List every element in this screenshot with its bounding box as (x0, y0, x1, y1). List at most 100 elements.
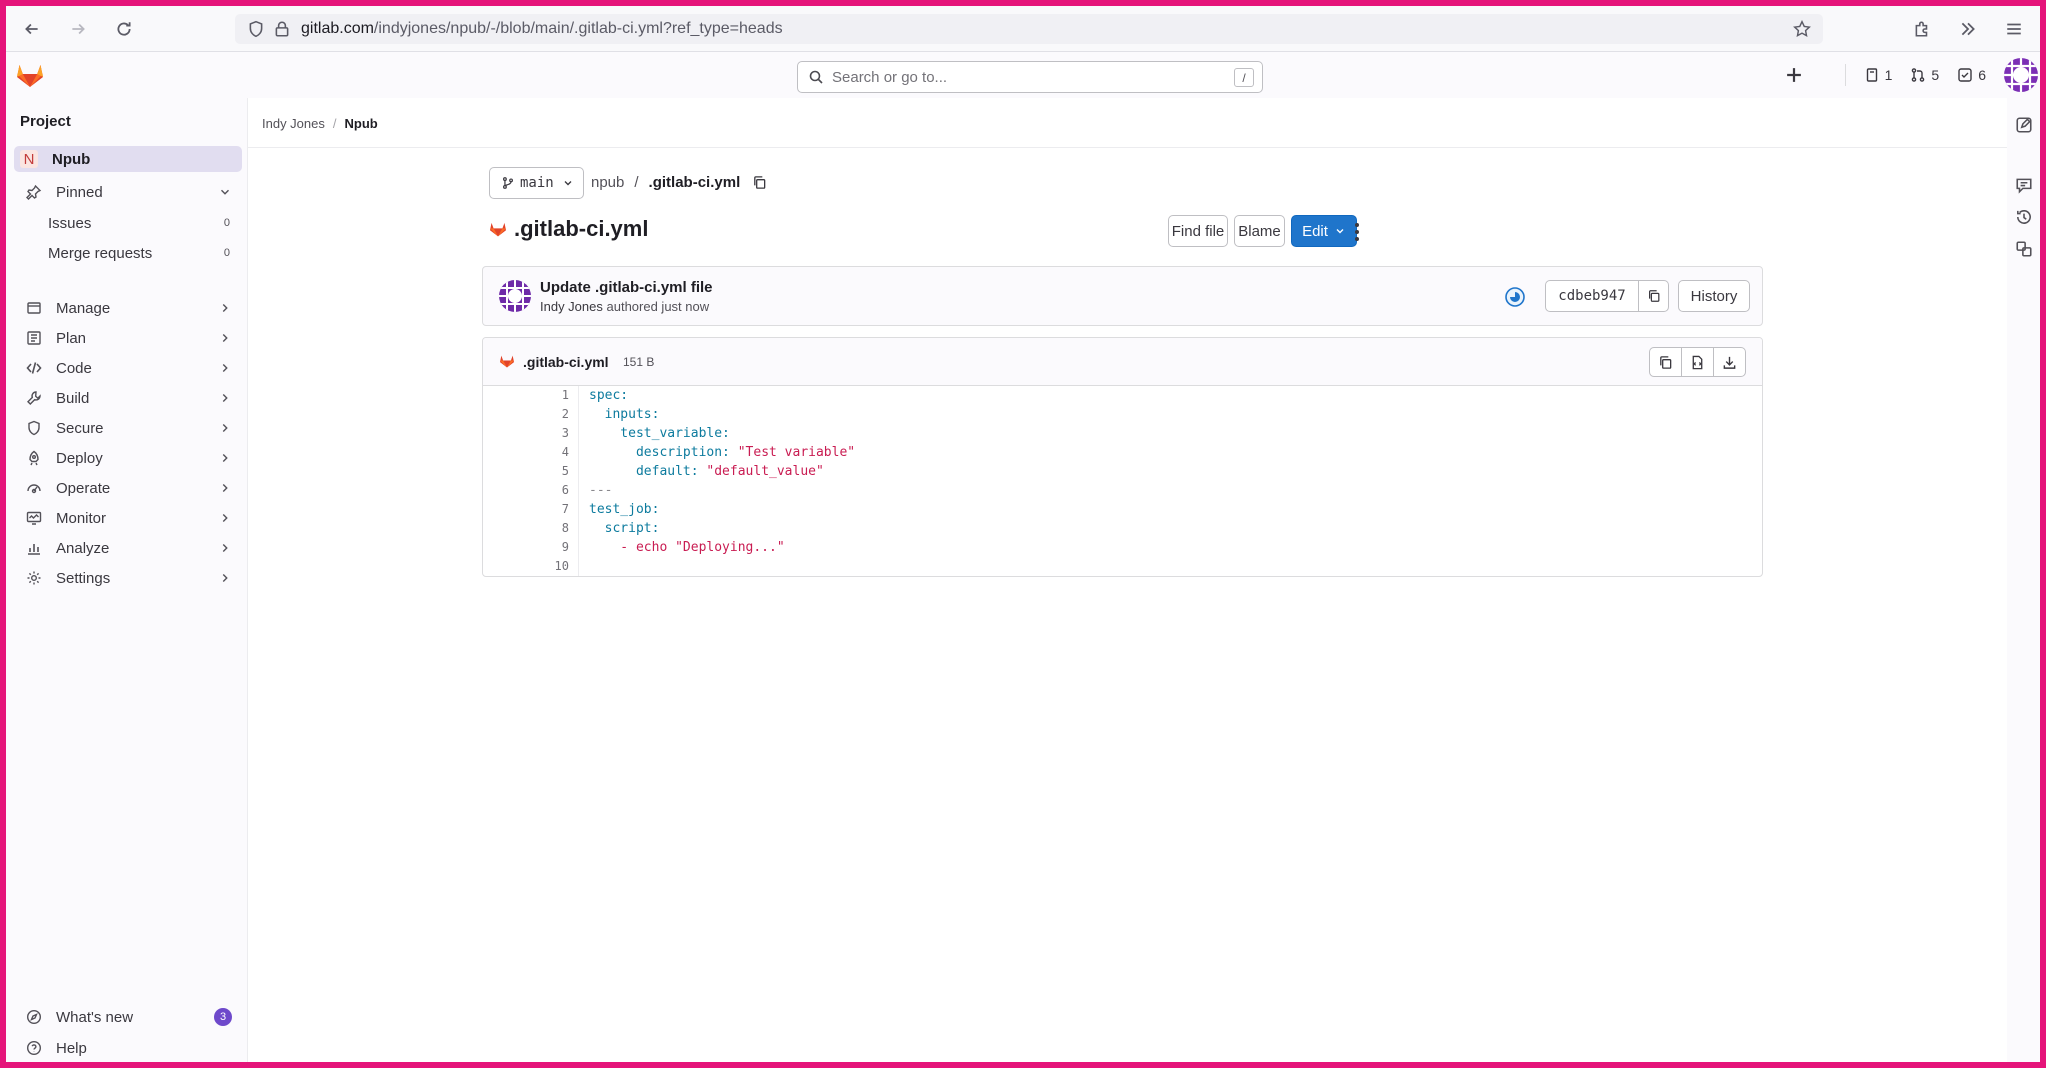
breadcrumb-project[interactable]: Npub (345, 116, 378, 131)
file-viewer: .gitlab-ci.yml 151 B 1 spec: 2 inputs: 3… (482, 337, 1763, 577)
help-label: Help (56, 1039, 87, 1057)
todos-counter[interactable]: 6 (1957, 67, 1986, 83)
commit-author[interactable]: Indy Jones (540, 299, 603, 314)
comment-icon[interactable] (2015, 176, 2033, 194)
url-bar[interactable]: gitlab.com/indyjones/npub/-/blob/main/.g… (235, 14, 1823, 44)
sidebar-item-monitor[interactable]: Monitor (14, 505, 242, 531)
copy-contents-button[interactable] (1649, 347, 1682, 377)
chevron-down-icon (564, 181, 572, 186)
sidebar: Project N Npub Pinned Issues 0 Merge req… (6, 98, 247, 1062)
sidebar-whats-new[interactable]: What's new 3 (14, 1004, 242, 1030)
sidebar-item-label: Operate (56, 479, 111, 497)
compare-icon[interactable] (2015, 240, 2033, 258)
path-root-link[interactable]: npub (591, 174, 624, 191)
header-actions: 1 5 6 (1783, 52, 2040, 98)
plus-icon[interactable] (1783, 64, 1805, 86)
line-number[interactable]: 4 (483, 443, 569, 462)
commit-sha-group: cdbeb947 (1545, 280, 1669, 312)
sidebar-item-plan[interactable]: Plan (14, 325, 242, 351)
commit-title[interactable]: Update .gitlab-ci.yml file (540, 279, 713, 296)
star-icon[interactable] (1793, 20, 1811, 38)
line-text: description: "Test variable" (589, 445, 856, 460)
sidebar-item-settings[interactable]: Settings (14, 565, 242, 591)
help-icon (26, 1040, 42, 1056)
sidebar-pinned[interactable]: Pinned (14, 179, 242, 205)
sidebar-project-npub[interactable]: N Npub (14, 146, 242, 172)
issues-count: 1 (1884, 67, 1893, 83)
branch-icon (503, 177, 513, 189)
line-number[interactable]: 2 (483, 405, 569, 424)
edit-button-label: Edit (1302, 222, 1328, 240)
download-button[interactable] (1713, 347, 1746, 377)
copy-path-icon[interactable] (752, 175, 767, 190)
file-actions (1649, 347, 1746, 377)
right-rail (2007, 98, 2040, 1062)
line-number[interactable]: 8 (483, 519, 569, 538)
sidebar-item-label: Manage (56, 299, 111, 317)
line-number[interactable]: 5 (483, 462, 569, 481)
line-number[interactable]: 10 (483, 557, 569, 576)
main-content: Indy Jones / Npub main npub / .gitlab-ci… (247, 98, 2008, 1062)
reload-button[interactable] (104, 9, 144, 49)
line-number[interactable]: 7 (483, 500, 569, 519)
chart-icon (28, 544, 40, 555)
sidebar-item-deploy[interactable]: Deploy (14, 445, 242, 471)
search-input[interactable]: Search or go to... / (797, 61, 1263, 93)
sidebar-item-label: Analyze (56, 539, 110, 557)
history-icon[interactable] (2015, 208, 2033, 226)
find-file-button[interactable]: Find file (1168, 215, 1228, 247)
sidebar-item-secure[interactable]: Secure (14, 415, 242, 441)
chevron-right-icon (222, 364, 228, 372)
overflow-button[interactable] (1948, 9, 1988, 49)
chevron-down-icon (221, 189, 229, 195)
history-button[interactable]: History (1678, 280, 1750, 312)
branch-selector[interactable]: main (489, 167, 584, 199)
commit-author-avatar[interactable] (499, 280, 531, 312)
extensions-button[interactable] (1902, 9, 1942, 49)
shield-icon (249, 20, 263, 38)
sidebar-item-issues[interactable]: Issues 0 (48, 211, 242, 235)
open-raw-button[interactable] (1681, 347, 1714, 377)
code-line: 3 test_variable: (483, 424, 1762, 443)
sidebar-item-build[interactable]: Build (14, 385, 242, 411)
line-text: inputs: (589, 407, 660, 422)
code-line: 10 (483, 557, 1762, 576)
sidebar-item-analyze[interactable]: Analyze (14, 535, 242, 561)
blame-button[interactable]: Blame (1234, 215, 1285, 247)
chevron-right-icon (222, 394, 228, 402)
issues-counter[interactable]: 1 (1864, 67, 1893, 83)
line-text: spec: (589, 388, 629, 403)
user-avatar[interactable] (2004, 58, 2038, 92)
code-line: 2 inputs: (483, 405, 1762, 424)
chevron-right-icon (222, 574, 228, 582)
raw-file-icon (1692, 355, 1703, 369)
commit-sha[interactable]: cdbeb947 (1545, 280, 1639, 312)
download-icon (1723, 356, 1736, 369)
back-button[interactable] (12, 9, 52, 49)
line-number[interactable]: 3 (483, 424, 569, 443)
breadcrumb-owner[interactable]: Indy Jones (262, 116, 325, 131)
file-path: npub / .gitlab-ci.yml (591, 174, 767, 191)
chevron-right-icon (222, 514, 228, 522)
sidebar-item-manage[interactable]: Manage (14, 295, 242, 321)
merge-requests-counter[interactable]: 5 (1910, 67, 1939, 83)
page-title: .gitlab-ci.yml (489, 216, 648, 242)
sidebar-help[interactable]: Help (14, 1035, 242, 1061)
file-name: .gitlab-ci.yml (523, 354, 609, 370)
pipeline-status-icon[interactable] (1505, 287, 1525, 307)
more-actions-icon[interactable] (1345, 218, 1369, 246)
forward-button[interactable] (58, 9, 98, 49)
sidebar-item-code[interactable]: Code (14, 355, 242, 381)
copy-sha-button[interactable] (1639, 280, 1669, 312)
commit-authored-text: authored just now (606, 299, 710, 314)
sidebar-item-merge-requests[interactable]: Merge requests 0 (48, 241, 242, 265)
copy-icon (1648, 290, 1659, 302)
line-number[interactable]: 1 (483, 386, 569, 405)
edit-icon[interactable] (2015, 116, 2033, 134)
line-number[interactable]: 9 (483, 538, 569, 557)
code-icon (26, 362, 42, 374)
menu-button[interactable] (1994, 9, 2034, 49)
sidebar-item-operate[interactable]: Operate (14, 475, 242, 501)
gitlab-logo-icon[interactable] (16, 62, 44, 88)
line-number[interactable]: 6 (483, 481, 569, 500)
